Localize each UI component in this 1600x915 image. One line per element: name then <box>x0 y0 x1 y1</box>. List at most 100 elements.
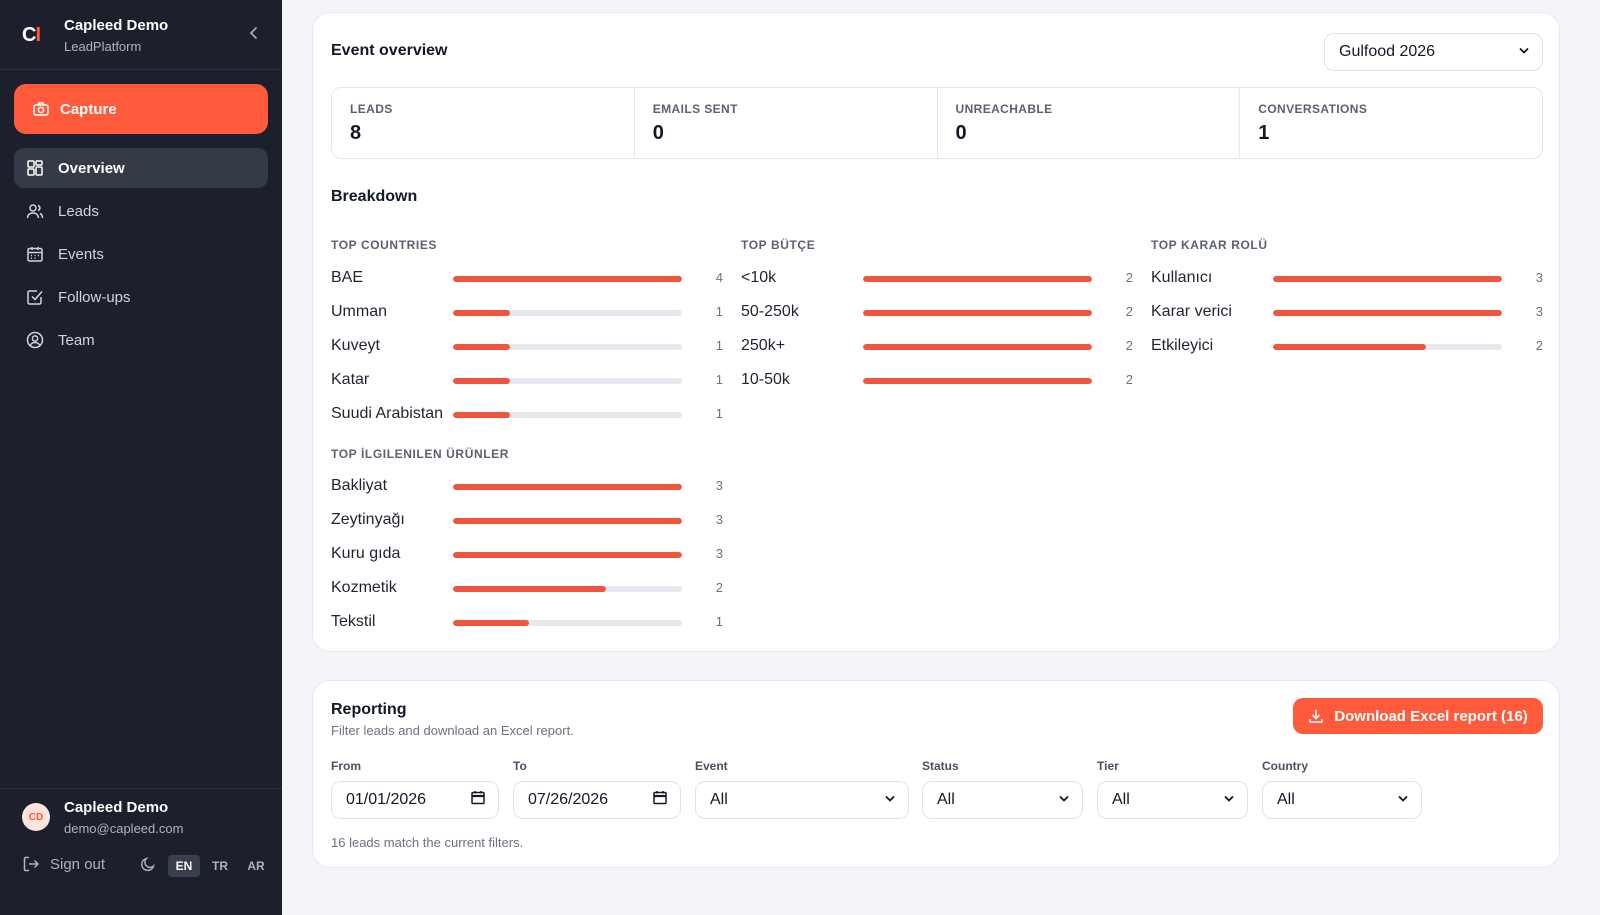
sidebar-item-leads[interactable]: Leads <box>14 191 268 231</box>
event-filter-select[interactable]: All <box>695 781 909 819</box>
breakdown-row-count: 3 <box>715 546 723 561</box>
breakdown-row-count: 2 <box>1535 338 1543 353</box>
sidebar-item-team[interactable]: Team <box>14 320 268 360</box>
chevron-down-icon <box>1518 45 1530 60</box>
country-filter-value: All <box>1277 791 1295 808</box>
status-filter-label: Status <box>922 759 959 773</box>
sidebar-footer: CD Capleed Demo demo@capleed.com Sign ou… <box>0 788 282 915</box>
breakdown-row-label: Kullanıcı <box>1151 269 1213 286</box>
grid-icon <box>27 160 43 176</box>
stat-label: LEADS <box>350 102 393 116</box>
collapse-sidebar-icon[interactable] <box>246 24 262 44</box>
breakdown-bar-track <box>863 276 1092 282</box>
breakdown-bar-track <box>1273 310 1502 316</box>
lang-tr-button[interactable]: TR <box>204 855 236 877</box>
status-filter-value: All <box>937 791 955 808</box>
breakdown-row: Umman 1 <box>331 303 723 323</box>
breakdown-bar-track <box>453 586 682 592</box>
breakdown-bar-track <box>453 378 682 384</box>
calendar-icon[interactable] <box>652 790 668 811</box>
calendar-icon[interactable] <box>470 790 486 811</box>
event-select-value: Gulfood 2026 <box>1339 43 1436 60</box>
sign-out-button[interactable]: Sign out <box>22 855 105 873</box>
stat-leads: LEADS 8 <box>332 88 635 158</box>
breakdown-row: Kuveyt 1 <box>331 337 723 357</box>
breakdown-row: Zeytinyağı 3 <box>331 511 723 531</box>
breakdown-bar-track <box>453 412 682 418</box>
top-role-label: TOP KARAR ROLÜ <box>1151 238 1268 252</box>
app-logo: CI <box>22 24 41 46</box>
breakdown-row-label: Kuveyt <box>331 337 380 354</box>
sidebar-item-follow-ups[interactable]: Follow-ups <box>14 277 268 317</box>
breakdown-row-label: Etkileyici <box>1151 337 1214 354</box>
breakdown-bar-track <box>1273 276 1502 282</box>
breakdown-row-label: 50-250k <box>741 303 799 320</box>
breakdown-bar-track <box>453 620 682 626</box>
breakdown-bar-fill <box>1273 344 1426 350</box>
event-select[interactable]: Gulfood 2026 <box>1324 33 1543 71</box>
breakdown-row-label: Umman <box>331 303 388 320</box>
breakdown-row: Bakliyat 3 <box>331 477 723 497</box>
avatar: CD <box>22 803 50 831</box>
lang-ar-button[interactable]: AR <box>240 855 272 877</box>
breakdown-bar-fill <box>453 344 511 350</box>
breakdown-row-label: Bakliyat <box>331 477 388 494</box>
breakdown-row: 50-250k 2 <box>741 303 1133 323</box>
sidebar-item-overview[interactable]: Overview <box>14 148 268 188</box>
country-filter-select[interactable]: All <box>1262 781 1422 819</box>
org-subtitle: LeadPlatform <box>64 39 142 54</box>
breakdown-row: Katar 1 <box>331 371 723 391</box>
capture-label: Capture <box>60 100 117 118</box>
stat-value: 0 <box>955 122 967 144</box>
reporting-subtitle: Filter leads and download an Excel repor… <box>331 723 574 738</box>
tier-filter-select[interactable]: All <box>1097 781 1248 819</box>
capture-button[interactable]: Capture <box>14 84 268 134</box>
breakdown-bar-fill <box>453 518 682 524</box>
breakdown-bar-track <box>863 344 1092 350</box>
breakdown-bar-fill <box>453 378 511 384</box>
sidebar-nav: Overview Leads Events Follow-ups Team <box>14 148 268 363</box>
users-icon <box>26 204 44 219</box>
calendar-icon <box>27 247 43 262</box>
match-count-text: 16 leads match the current filters. <box>331 835 524 850</box>
lang-en-button[interactable]: EN <box>168 855 200 877</box>
breakdown-bar-fill <box>863 310 1092 316</box>
main-content: Event overview Gulfood 2026 LEADS 8 EMAI… <box>282 0 1600 915</box>
breakdown-row-label: Karar verici <box>1151 303 1232 320</box>
breakdown-row-count: 2 <box>1125 270 1133 285</box>
breakdown-bar-track <box>863 310 1092 316</box>
to-date-input[interactable]: 07/26/2026 <box>513 781 681 819</box>
sidebar: CI Capleed Demo LeadPlatform Capture Ove… <box>0 0 282 915</box>
status-filter-select[interactable]: All <box>922 781 1083 819</box>
chevron-down-icon <box>1058 793 1070 808</box>
reporting-card: Reporting Filter leads and download an E… <box>312 680 1560 868</box>
breakdown-row-count: 2 <box>715 580 723 595</box>
breakdown-row-label: Suudi Arabistan <box>331 405 444 422</box>
breakdown-row-count: 1 <box>715 406 723 421</box>
tier-filter-value: All <box>1112 791 1130 808</box>
reporting-title: Reporting <box>331 701 407 718</box>
breakdown-bar-track <box>453 552 682 558</box>
from-date-value: 01/01/2026 <box>346 791 427 808</box>
breakdown-row-count: 3 <box>715 478 723 493</box>
stat-label: CONVERSATIONS <box>1258 102 1368 116</box>
sidebar-item-events[interactable]: Events <box>14 234 268 274</box>
moon-icon[interactable] <box>140 856 156 872</box>
breakdown-bar-fill <box>863 378 1092 384</box>
user-circle-icon <box>26 331 44 349</box>
breakdown-row: <10k 2 <box>741 269 1133 289</box>
breakdown-bar-fill <box>453 586 606 592</box>
country-filter-label: Country <box>1262 759 1308 773</box>
to-label: To <box>513 759 527 773</box>
breakdown-row: Kuru gıda 3 <box>331 545 723 565</box>
chevron-down-icon <box>884 793 896 808</box>
breakdown-bar-fill <box>453 552 682 558</box>
breakdown-row-count: 3 <box>1535 270 1543 285</box>
breakdown-bar-fill <box>1273 310 1502 316</box>
top-products-label: TOP İLGILENILEN ÜRÜNLER <box>331 447 510 461</box>
camera-icon <box>33 102 49 116</box>
breakdown-bar-fill <box>863 276 1092 282</box>
event-overview-title: Event overview <box>331 42 448 59</box>
from-date-input[interactable]: 01/01/2026 <box>331 781 499 819</box>
download-excel-button[interactable]: Download Excel report (16) <box>1293 698 1543 734</box>
